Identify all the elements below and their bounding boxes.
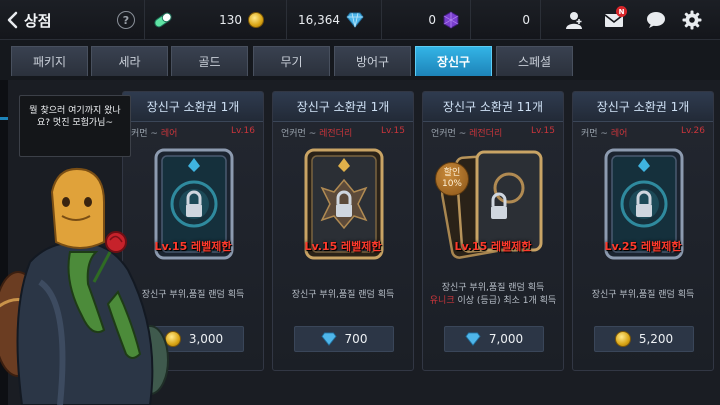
gold-coin-icon xyxy=(614,331,631,347)
tab-package[interactable]: 패키지 xyxy=(11,46,88,76)
help-icon[interactable]: ? xyxy=(117,11,135,29)
back-button[interactable]: 상점 xyxy=(6,7,66,33)
shop-card[interactable]: 장신구 소환권 11개 언커먼 ~ 레전더리 Lv.15 할인 10% Lv.1… xyxy=(422,91,564,371)
price-value: 3,000 xyxy=(188,332,224,346)
tab-accessory[interactable]: 장신구 xyxy=(415,46,492,76)
extra-currency[interactable]: 0 xyxy=(480,8,532,32)
level-limit: Lv.15 레벨제한 xyxy=(304,240,382,253)
friends-button[interactable] xyxy=(563,9,585,31)
level-range: Lv.15 xyxy=(531,126,555,136)
page-title: 상점 xyxy=(24,11,52,30)
category-tabs: 패키지 세라 골드 무기 방어구 장신구 스페셜 xyxy=(0,40,720,120)
card-description: 장신구 부위,품질 랜덤 획득 유니크 이상 (등급) 최소 1개 획득 xyxy=(423,282,563,308)
gold-currency[interactable]: 130 xyxy=(210,8,270,32)
grade-value: 레전더리 xyxy=(469,129,503,139)
chat-button[interactable] xyxy=(645,9,667,31)
settings-button[interactable] xyxy=(681,9,703,31)
gold-coin-icon xyxy=(248,12,264,28)
mail-button[interactable]: N xyxy=(603,6,627,31)
gold-amount: 130 xyxy=(219,13,242,27)
friends-icon xyxy=(566,12,582,29)
buy-button[interactable]: 7,000 xyxy=(444,326,544,352)
divider xyxy=(286,0,287,40)
back-arrow-icon xyxy=(7,11,18,29)
card-title: 장신구 소환권 11개 xyxy=(423,92,563,122)
card-description: 장신구 부위,품질 랜덤 획득 xyxy=(573,289,713,302)
unique-grade-text: 유니크 xyxy=(429,296,455,306)
card-description: 장신구 부위,품질 랜덤 획득 xyxy=(273,289,413,302)
card-grade-row: 언커먼 ~ 레전더리 Lv.15 xyxy=(273,126,413,142)
tab-gold[interactable]: 골드 xyxy=(171,46,248,76)
divider xyxy=(381,0,382,40)
card-grade-row: 커먼 ~ 레어 Lv.26 xyxy=(573,126,713,142)
diamond-icon xyxy=(465,332,481,346)
price-value: 7,000 xyxy=(488,332,524,346)
chat-icon xyxy=(647,12,665,28)
price-value: 5,200 xyxy=(638,332,674,346)
diamond-currency[interactable]: 16,364 xyxy=(296,8,371,32)
grade-label: 커먼 xyxy=(581,129,598,139)
diamond-icon xyxy=(346,12,364,28)
level-range: Lv.26 xyxy=(681,126,705,136)
card-title: 장신구 소환권 1개 xyxy=(273,92,413,122)
grade-value: 레전더리 xyxy=(319,129,353,139)
description-line: 장신구 부위,품질 랜덤 획득 xyxy=(441,283,545,293)
grade-label: 언커먼 xyxy=(431,129,456,139)
divider xyxy=(470,0,471,40)
diamond-amount: 16,364 xyxy=(298,13,340,27)
price-value: 700 xyxy=(344,332,368,346)
level-range: Lv.15 xyxy=(381,126,405,136)
discount-badge: 할인 10% xyxy=(435,162,469,196)
divider xyxy=(540,0,541,40)
tab-armor[interactable]: 방어구 xyxy=(334,46,411,76)
extra-amount: 0 xyxy=(522,13,530,27)
mail-new-badge: N xyxy=(616,6,627,17)
card-grade-row: 언커먼 ~ 레전더리 Lv.15 xyxy=(423,126,563,142)
npc-speech-bubble: 뭘 찾으러 여기까지 왔나요? 멋진 모험가님~ xyxy=(19,95,131,157)
purple-gem-amount: 0 xyxy=(428,13,436,27)
description-line: 장신구 부위,품질 랜덤 획득 xyxy=(291,290,395,300)
description-line: 장신구 부위,품질 랜덤 획득 xyxy=(591,290,695,300)
energy-capsule-icon xyxy=(154,12,172,28)
tab-sera[interactable]: 세라 xyxy=(91,46,168,76)
level-range: Lv.16 xyxy=(231,126,255,136)
description-line: 유니크 이상 (등급) 최소 1개 획득 xyxy=(423,295,563,308)
card-title: 장신구 소환권 1개 xyxy=(573,92,713,122)
level-limit: Lv.15 레벨제한 xyxy=(454,240,532,253)
purple-gem-currency[interactable]: 0 xyxy=(390,8,465,32)
grade-value: 레어 xyxy=(610,129,628,139)
divider xyxy=(144,0,145,40)
buy-button[interactable]: 700 xyxy=(294,326,394,352)
grade-label: 언커먼 xyxy=(281,129,306,139)
level-limit: Lv.25 레벨제한 xyxy=(604,240,682,253)
tab-special[interactable]: 스페셜 xyxy=(496,46,573,76)
shop-card[interactable]: 장신구 소환권 1개 언커먼 ~ 레전더리 Lv.15 Lv.15 레벨제한 장… xyxy=(272,91,414,371)
top-bar: 상점 ? 130 16,364 0 0 N xyxy=(0,0,720,40)
stamina-currency[interactable] xyxy=(152,8,174,32)
shop-card[interactable]: 장신구 소환권 1개 커먼 ~ 레어 Lv.26 Lv.25 레벨제한 장신구 … xyxy=(572,91,714,371)
diamond-icon xyxy=(320,332,337,346)
description-suffix: 이상 (등급) 최소 1개 획득 xyxy=(454,296,557,306)
tab-weapon[interactable]: 무기 xyxy=(253,46,330,76)
settings-gear-icon xyxy=(682,10,702,30)
purple-gem-icon xyxy=(443,11,459,29)
buy-button[interactable]: 5,200 xyxy=(594,326,694,352)
